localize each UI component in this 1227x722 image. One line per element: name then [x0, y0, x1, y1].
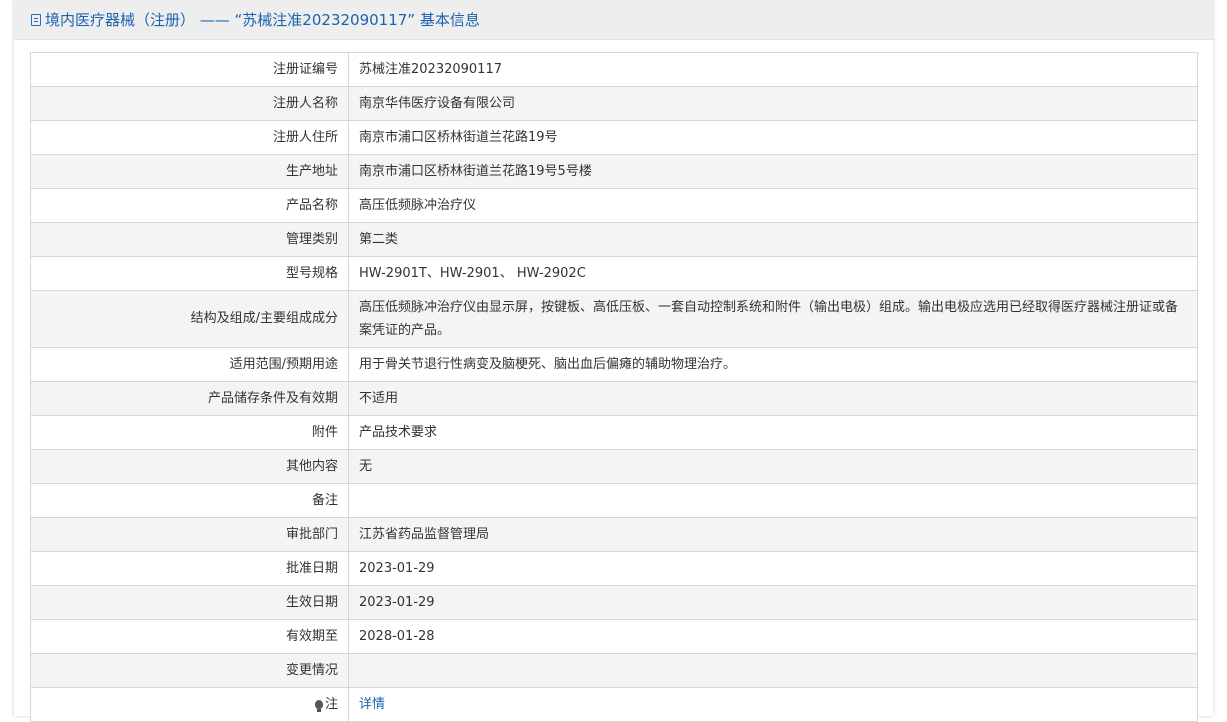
row-value: 产品技术要求: [348, 415, 1198, 450]
row-label: 生产地址: [30, 154, 349, 189]
table-row: 注册人名称 南京华伟医疗设备有限公司: [30, 86, 1198, 121]
row-label: 结构及组成/主要组成成分: [30, 290, 349, 348]
row-value: [348, 483, 1198, 518]
row-label: 有效期至: [30, 619, 349, 654]
table-row: 产品名称 高压低频脉冲治疗仪: [30, 188, 1198, 223]
row-value: 详情: [348, 687, 1198, 722]
table-row: 注 详情: [30, 687, 1198, 722]
table-row: 生产地址 南京市浦口区桥林街道兰花路19号5号楼: [30, 154, 1198, 189]
row-label: 备注: [30, 483, 349, 518]
table-row: 有效期至 2028-01-28: [30, 619, 1198, 654]
row-label: 产品名称: [30, 188, 349, 223]
table-row: 批准日期 2023-01-29: [30, 551, 1198, 586]
panel-header: 境内医疗器械（注册） —— “苏械注准20232090117” 基本信息: [14, 0, 1213, 40]
table-row: 注册证编号 苏械注准20232090117: [30, 52, 1198, 87]
row-value: 无: [348, 449, 1198, 484]
row-label: 变更情况: [30, 653, 349, 688]
note-label: 注: [324, 696, 338, 712]
row-value: 高压低频脉冲治疗仪: [348, 188, 1198, 223]
row-value: 第二类: [348, 222, 1198, 257]
row-label: 附件: [30, 415, 349, 450]
table-row: 备注: [30, 483, 1198, 518]
table-row: 审批部门 江苏省药品监督管理局: [30, 517, 1198, 552]
panel-title: 境内医疗器械（注册） —— “苏械注准20232090117” 基本信息: [45, 11, 480, 29]
row-value: 2023-01-29: [348, 551, 1198, 586]
row-label: 注册人住所: [30, 120, 349, 155]
row-value: 苏械注准20232090117: [348, 52, 1198, 87]
row-label-note: 注: [30, 687, 349, 722]
details-link[interactable]: 详情: [359, 697, 385, 712]
row-value: 2028-01-28: [348, 619, 1198, 654]
row-value: 用于骨关节退行性病变及脑梗死、脑出血后偏瘫的辅助物理治疗。: [348, 347, 1198, 382]
row-value: 南京市浦口区桥林街道兰花路19号: [348, 120, 1198, 155]
row-label: 型号规格: [30, 256, 349, 291]
table-row: 附件 产品技术要求: [30, 415, 1198, 450]
table-row: 生效日期 2023-01-29: [30, 585, 1198, 620]
info-table: 注册证编号 苏械注准20232090117 注册人名称 南京华伟医疗设备有限公司…: [30, 52, 1198, 722]
table-row: 产品储存条件及有效期 不适用: [30, 381, 1198, 416]
row-label: 注册人名称: [30, 86, 349, 121]
row-label: 产品储存条件及有效期: [30, 381, 349, 416]
table-row: 管理类别 第二类: [30, 222, 1198, 257]
row-label: 适用范围/预期用途: [30, 347, 349, 382]
row-label: 批准日期: [30, 551, 349, 586]
row-label: 审批部门: [30, 517, 349, 552]
row-value: 高压低频脉冲治疗仪由显示屏，按键板、高低压板、一套自动控制系统和附件（输出电极）…: [348, 290, 1198, 348]
table-row: 适用范围/预期用途 用于骨关节退行性病变及脑梗死、脑出血后偏瘫的辅助物理治疗。: [30, 347, 1198, 382]
info-panel: 境内医疗器械（注册） —— “苏械注准20232090117” 基本信息 注册证…: [14, 0, 1213, 722]
row-label: 生效日期: [30, 585, 349, 620]
table-row: 型号规格 HW-2901T、HW-2901、 HW-2902C: [30, 256, 1198, 291]
row-value: 南京华伟医疗设备有限公司: [348, 86, 1198, 121]
row-value: 江苏省药品监督管理局: [348, 517, 1198, 552]
row-label: 管理类别: [30, 222, 349, 257]
table-row: 结构及组成/主要组成成分 高压低频脉冲治疗仪由显示屏，按键板、高低压板、一套自动…: [30, 290, 1198, 348]
row-label: 注册证编号: [30, 52, 349, 87]
row-value: 南京市浦口区桥林街道兰花路19号5号楼: [348, 154, 1198, 189]
table-row: 其他内容 无: [30, 449, 1198, 484]
lightbulb-icon: [314, 699, 323, 712]
table-row: 变更情况: [30, 653, 1198, 688]
document-icon: [31, 13, 41, 26]
row-label: 其他内容: [30, 449, 349, 484]
row-value: 2023-01-29: [348, 585, 1198, 620]
row-value: [348, 653, 1198, 688]
row-value: 不适用: [348, 381, 1198, 416]
table-row: 注册人住所 南京市浦口区桥林街道兰花路19号: [30, 120, 1198, 155]
row-value: HW-2901T、HW-2901、 HW-2902C: [348, 256, 1198, 291]
